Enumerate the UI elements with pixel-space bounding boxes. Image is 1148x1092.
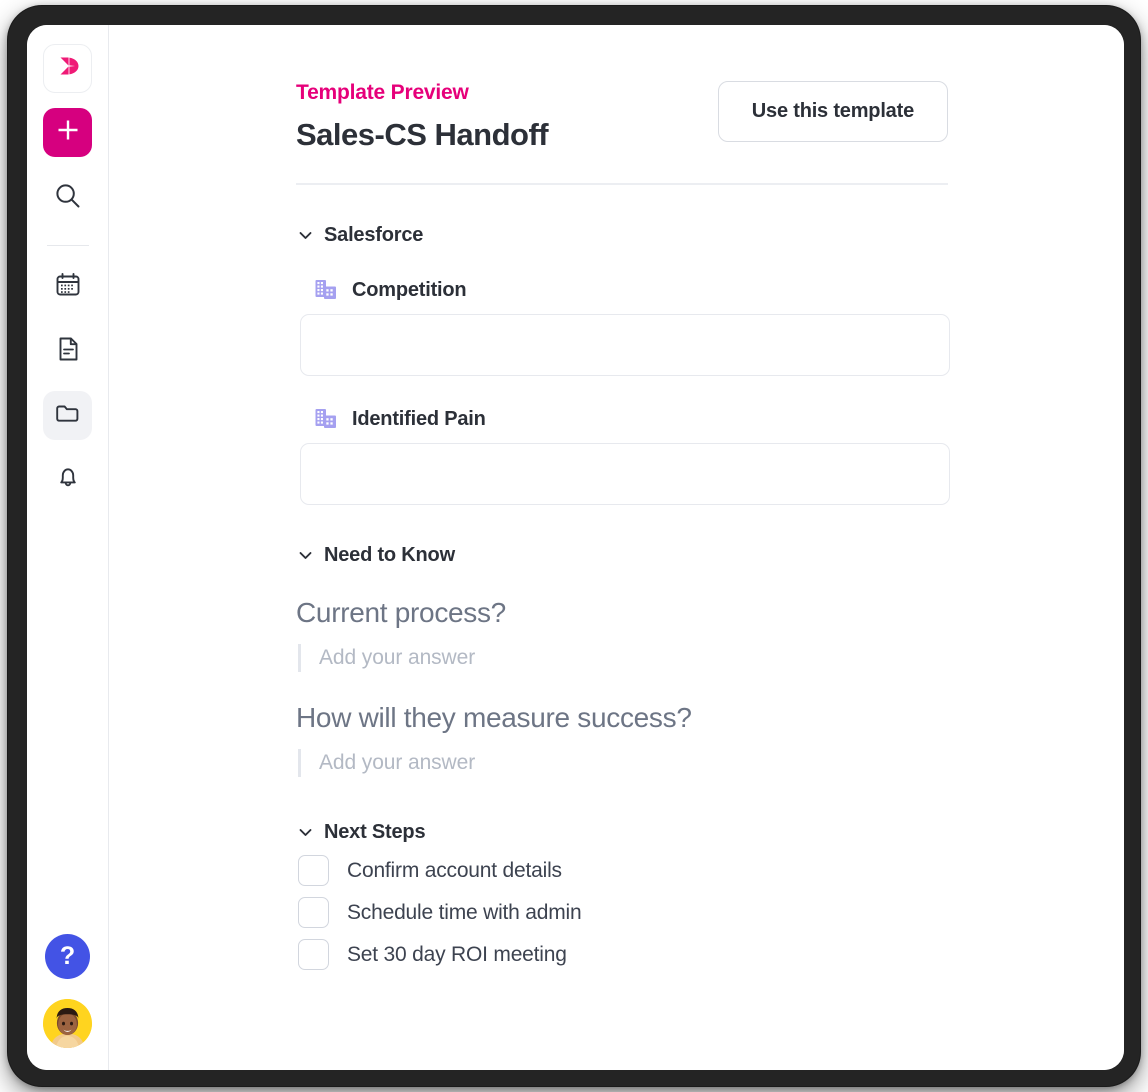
section-title-need-to-know: Need to Know <box>324 544 455 566</box>
chevron-down-icon <box>296 226 315 245</box>
answer-placeholder-measure-success: Add your answer <box>319 751 476 774</box>
answer-quote-bar <box>298 644 301 672</box>
use-this-template-button[interactable]: Use this template <box>717 81 948 142</box>
chevron-down-icon <box>296 546 315 565</box>
checklist-item-label: Set 30 day ROI meeting <box>347 942 567 966</box>
section-title-next-steps: Next Steps <box>324 821 426 843</box>
header-divider <box>296 183 948 185</box>
sidebar-item-documents[interactable] <box>43 327 92 376</box>
question-prompt-current-process: Current process? <box>296 597 506 628</box>
brand-logo-icon <box>54 52 82 85</box>
sidebar-item-search[interactable] <box>43 174 92 223</box>
company-buildings-icon <box>314 278 338 302</box>
sidebar: ? <box>27 25 109 1070</box>
page-header-text: Template Preview Sales-CS Handoff <box>296 81 549 153</box>
page-header: Template Preview Sales-CS Handoff Use th… <box>296 81 948 153</box>
main-content: Template Preview Sales-CS Handoff Use th… <box>109 25 1124 1070</box>
checklist-item-label: Schedule time with admin <box>347 900 582 924</box>
checklist-item-label: Confirm account details <box>347 858 562 882</box>
section-header-next-steps[interactable]: Next Steps <box>296 821 1124 844</box>
sidebar-item-calendar[interactable] <box>43 263 92 312</box>
chevron-down-icon <box>296 823 315 842</box>
checkbox-unchecked-icon[interactable] <box>298 939 329 970</box>
checkbox-unchecked-icon[interactable] <box>298 897 329 928</box>
document-icon <box>54 335 82 368</box>
field-label-competition: Competition <box>352 278 467 301</box>
section-header-salesforce[interactable]: Salesforce <box>296 224 1124 247</box>
answer-row-current-process[interactable]: Add your answer <box>298 644 1124 672</box>
help-button[interactable]: ? <box>45 934 90 979</box>
sidebar-divider <box>46 245 89 246</box>
plus-icon <box>55 117 81 148</box>
question-prompt-measure-success: How will they measure success? <box>296 702 692 733</box>
checklist-item[interactable]: Schedule time with admin <box>298 897 1124 928</box>
checkbox-unchecked-icon[interactable] <box>298 855 329 886</box>
section-title-salesforce: Salesforce <box>324 224 424 246</box>
field-label-row-competition: Competition <box>314 278 1124 302</box>
field-identified-pain: Identified Pain <box>298 407 1124 505</box>
checklist-item[interactable]: Set 30 day ROI meeting <box>298 939 1124 970</box>
answer-row-measure-success[interactable]: Add your answer <box>298 749 1124 777</box>
avatar[interactable] <box>43 999 92 1048</box>
field-input-identified-pain[interactable] <box>300 443 950 505</box>
calendar-icon <box>54 271 82 304</box>
device-bezel: ? Template Preview Sales-CS Handoff Use … <box>8 6 1140 1086</box>
field-input-competition[interactable] <box>300 314 950 376</box>
app-window: ? Template Preview Sales-CS Handoff Use … <box>27 25 1124 1070</box>
answer-quote-bar <box>298 749 301 777</box>
answer-placeholder-current-process: Add your answer <box>319 646 476 669</box>
sidebar-item-logo[interactable] <box>43 44 92 93</box>
field-competition: Competition <box>298 278 1124 376</box>
sidebar-item-add[interactable] <box>43 108 92 157</box>
sidebar-item-folders[interactable] <box>43 391 92 440</box>
template-preview-eyebrow: Template Preview <box>296 81 469 104</box>
folder-open-icon <box>53 398 83 433</box>
checklist-item[interactable]: Confirm account details <box>298 855 1124 886</box>
field-label-identified-pain: Identified Pain <box>352 407 486 430</box>
search-icon <box>53 181 83 216</box>
help-button-label: ? <box>59 942 76 970</box>
company-buildings-icon <box>314 407 338 431</box>
page-title: Sales-CS Handoff <box>296 117 549 152</box>
section-header-need-to-know[interactable]: Need to Know <box>296 544 1124 567</box>
field-label-row-identified-pain: Identified Pain <box>314 407 1124 431</box>
bell-icon <box>54 463 82 496</box>
sidebar-item-notifications[interactable] <box>43 455 92 504</box>
